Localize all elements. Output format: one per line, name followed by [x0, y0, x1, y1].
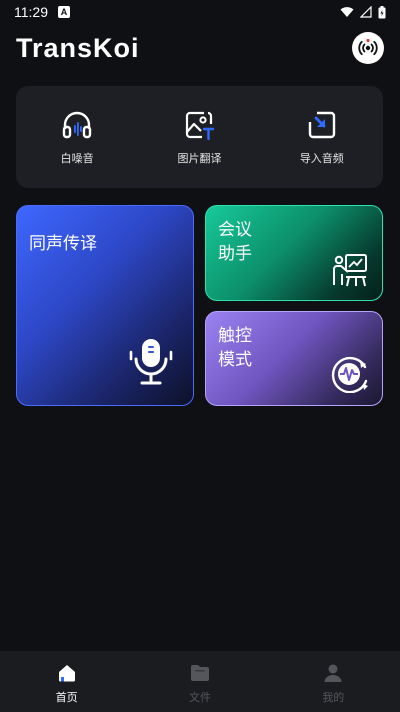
status-left: 11:29 A	[14, 4, 70, 20]
image-translate-icon	[186, 111, 215, 141]
tool-image-translate-label: 图片翻译	[177, 152, 222, 165]
folder-icon	[190, 665, 209, 681]
nav-files[interactable]: 文件	[160, 663, 240, 705]
simultaneous-interpretation-title: 同声传译	[29, 234, 97, 254]
tool-image-translate[interactable]: 图片翻译	[144, 108, 254, 166]
app-logo: TransKoi	[16, 32, 140, 63]
meeting-assistant-card[interactable]: 会议 助手	[205, 205, 383, 301]
status-right	[340, 5, 386, 19]
status-bar: 11:29 A	[0, 0, 400, 24]
nav-home-label: 首页	[55, 691, 78, 704]
tool-white-noise-label: 白噪音	[60, 152, 94, 165]
wifi-icon	[340, 7, 354, 17]
notification-app-icon: A	[58, 6, 70, 18]
battery-icon	[378, 5, 386, 18]
bottom-navigation: 首页 文件 我的	[0, 651, 400, 712]
profile-icon	[324, 664, 342, 682]
meeting-assistant-title: 会议 助手	[218, 220, 252, 264]
broadcast-button[interactable]	[352, 32, 384, 64]
broadcast-icon	[358, 38, 378, 56]
home-icon	[58, 665, 75, 682]
presentation-icon	[333, 254, 367, 287]
status-time: 11:29	[14, 4, 48, 20]
quick-tools-panel: 白噪音 图片翻译 导入音频	[16, 86, 383, 188]
microphone-icon	[129, 339, 173, 385]
touch-mode-card[interactable]: 触控 模式	[205, 311, 383, 406]
nav-home[interactable]: 首页	[27, 663, 107, 705]
nav-profile[interactable]: 我的	[293, 663, 373, 705]
touch-mode-title: 触控 模式	[218, 326, 252, 370]
tool-white-noise[interactable]: 白噪音	[22, 108, 132, 166]
signal-icon	[360, 6, 372, 18]
tool-import-audio-label: 导入音频	[299, 152, 344, 165]
nav-files-label: 文件	[188, 691, 211, 704]
simultaneous-interpretation-card[interactable]: 同声传译	[16, 205, 194, 406]
touch-wave-icon	[331, 356, 368, 393]
app-header: TransKoi	[0, 28, 400, 68]
import-audio-icon	[308, 111, 336, 139]
tool-import-audio[interactable]: 导入音频	[267, 108, 377, 166]
headphones-icon	[62, 111, 92, 139]
nav-profile-label: 我的	[322, 691, 345, 704]
